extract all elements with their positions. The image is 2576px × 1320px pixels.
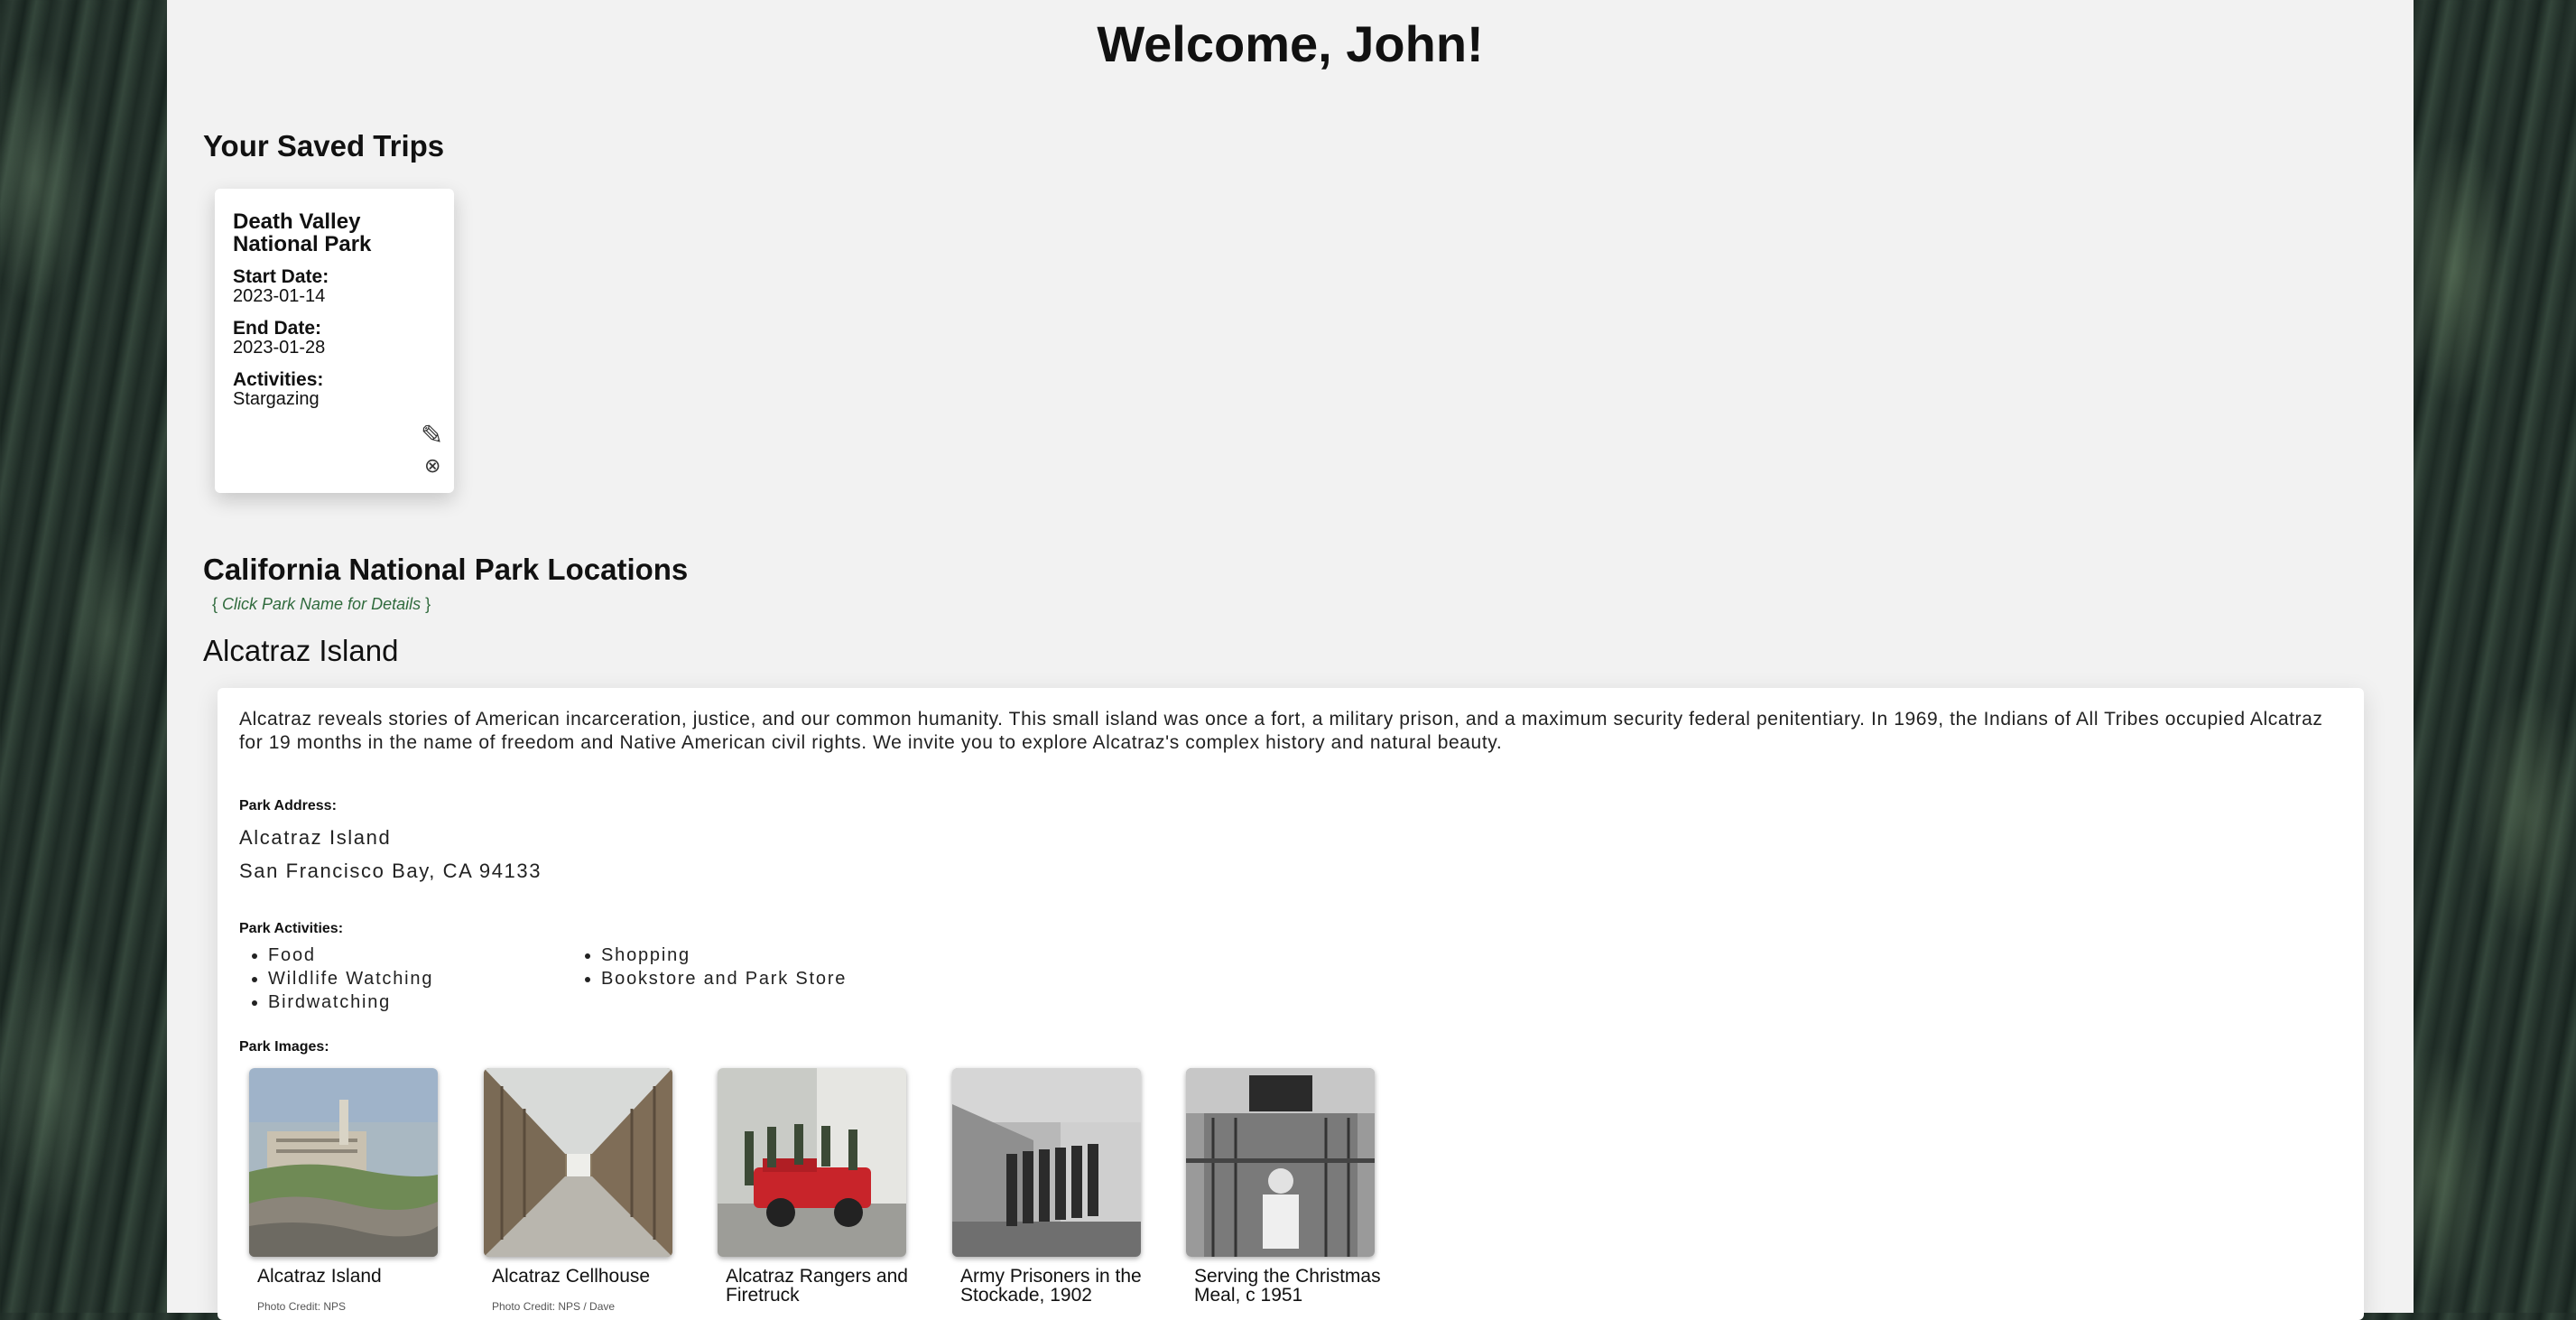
park-images-label: Park Images: [239, 1039, 329, 1055]
army-prisoners-photo [952, 1068, 1141, 1257]
park-name-link[interactable]: Alcatraz Island [203, 634, 398, 668]
delete-trip-icon[interactable]: ⊗ [424, 454, 440, 478]
alcatraz-island-photo [249, 1068, 438, 1257]
trip-start-date: 2023-01-14 [233, 286, 326, 306]
park-image-rangers-firetruck[interactable] [718, 1068, 906, 1257]
click-hint: { Click Park Name for Details } [212, 595, 431, 614]
image-caption: Alcatraz Rangers and Firetruck [726, 1266, 908, 1306]
hint-open-brace: { [212, 595, 218, 613]
saved-trips-heading: Your Saved Trips [203, 129, 445, 163]
park-description: Alcatraz reveals stories of American inc… [239, 709, 2323, 753]
park-details-card: Alcatraz reveals stories of American inc… [218, 688, 2364, 1320]
activity-item: Bookstore and Park Store [601, 967, 847, 990]
park-address-line2: San Francisco Bay, CA 94133 [239, 860, 542, 882]
main-content: Welcome, John! Your Saved Trips Death Va… [167, 0, 2414, 1320]
activity-item: Wildlife Watching [268, 967, 433, 990]
welcome-heading: Welcome, John! [1097, 15, 1484, 72]
park-image-alcatraz-cellhouse[interactable] [484, 1068, 672, 1257]
park-address-line1: Alcatraz Island [239, 826, 392, 849]
trip-end-date: 2023-01-28 [233, 338, 326, 358]
alcatraz-cellhouse-photo [484, 1068, 672, 1257]
park-image-alcatraz-island[interactable] [249, 1068, 438, 1257]
christmas-meal-photo [1186, 1068, 1375, 1257]
image-credit: Photo Credit: NPS / Dave [492, 1300, 616, 1313]
activity-item: Shopping [601, 944, 847, 967]
hint-close-brace: } [425, 595, 431, 613]
trip-activities-label: Activities: [233, 369, 324, 390]
rangers-firetruck-photo [718, 1068, 906, 1257]
activity-item: Birdwatching [268, 990, 433, 1014]
trip-end-label: End Date: [233, 318, 322, 339]
park-image-christmas-meal[interactable] [1186, 1068, 1375, 1257]
image-caption: Army Prisoners in the Stockade, 1902 [960, 1266, 1142, 1306]
image-caption: Alcatraz Cellhouse [492, 1266, 651, 1287]
park-image-army-prisoners[interactable] [952, 1068, 1141, 1257]
background-forest-left [0, 0, 167, 1313]
park-address-label: Park Address: [239, 798, 337, 813]
trip-activities: Stargazing [233, 389, 320, 409]
park-activities-label: Park Activities: [239, 921, 344, 936]
activity-item: Food [268, 944, 433, 967]
image-caption: Alcatraz Island [257, 1266, 382, 1287]
edit-trip-icon[interactable]: ✎ [421, 420, 443, 451]
locations-heading: California National Park Locations [203, 553, 689, 586]
trip-park-name: Death Valley National Park [233, 209, 372, 256]
background-forest-right [2414, 0, 2576, 1313]
activities-list-col1: Food Wildlife Watching Birdwatching [239, 944, 433, 1014]
image-credit: Photo Credit: NPS [257, 1300, 347, 1313]
activities-list-col2: Shopping Bookstore and Park Store [572, 944, 847, 990]
trip-start-label: Start Date: [233, 266, 329, 287]
hint-text: Click Park Name for Details [222, 595, 422, 613]
image-caption: Serving the Christmas Meal, c 1951 [1194, 1266, 1381, 1306]
saved-trip-card: Death Valley National Park Start Date: 2… [215, 189, 454, 493]
